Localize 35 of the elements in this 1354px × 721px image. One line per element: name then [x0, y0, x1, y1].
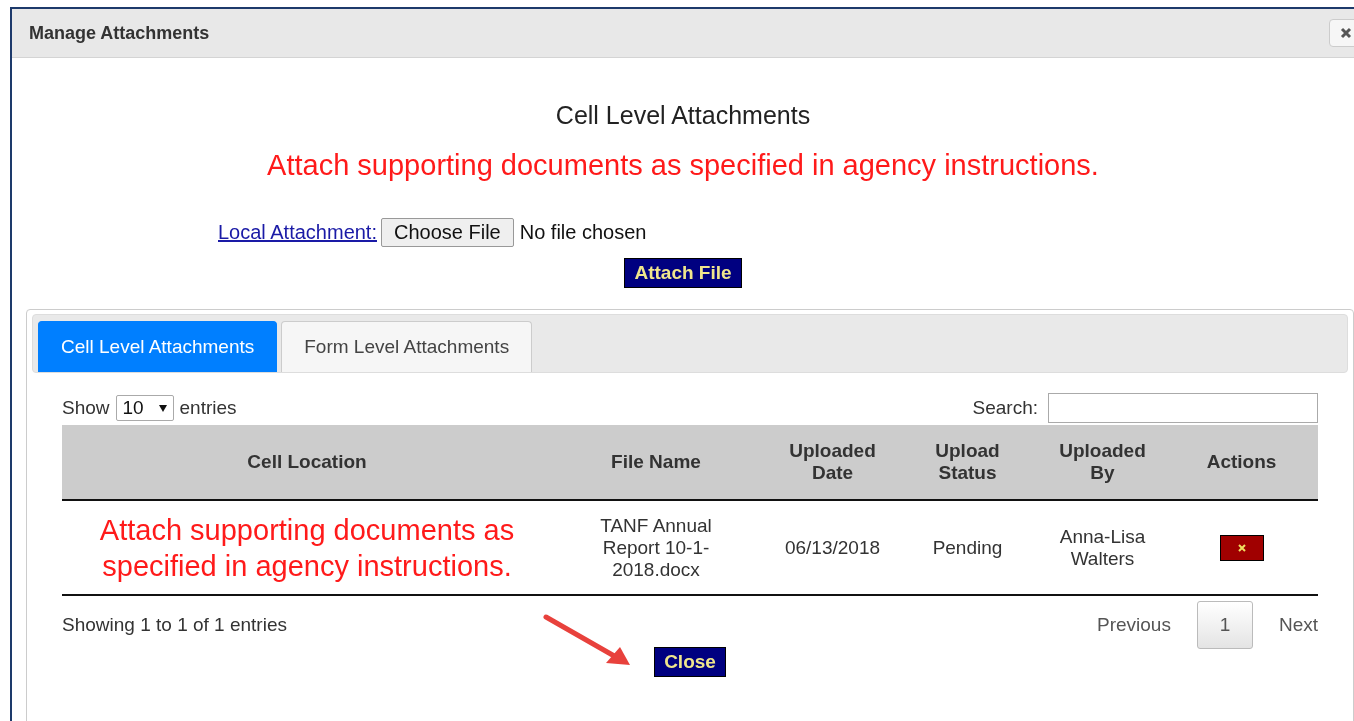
table-cell-text: 06/13/2018 [783, 535, 882, 560]
show-label: Show [62, 397, 110, 419]
column-header[interactable]: Uploaded By [1030, 425, 1175, 499]
close-icon [1237, 543, 1246, 552]
tab[interactable]: Cell Level Attachments [38, 321, 278, 372]
page-size-select[interactable]: 10 [115, 395, 174, 421]
column-header[interactable]: Upload Status [905, 425, 1030, 499]
column-header[interactable]: File Name [552, 425, 760, 499]
tab[interactable]: Form Level Attachments [281, 321, 533, 372]
choose-file-button[interactable]: Choose File [381, 218, 514, 247]
table-cell-text: Attach supporting documents as specified in agency instructions. [98, 512, 516, 584]
column-header[interactable]: Cell Location [62, 425, 552, 499]
page-button[interactable]: 1 [1196, 601, 1253, 649]
entries-label: entries [179, 397, 237, 419]
dropdown-caret-icon [158, 404, 167, 412]
local-attachment-link[interactable]: Local Attachment: [218, 221, 377, 244]
instruction-text: Attach supporting documents as specified in agency instructions. [266, 149, 1100, 182]
close-icon [1340, 27, 1352, 39]
column-header[interactable]: Uploaded Date [760, 425, 905, 499]
section-heading: Cell Level Attachments [554, 101, 812, 130]
entries-info: Showing 1 to 1 of 1 entries [62, 614, 287, 636]
table-cell-text: Pending [931, 535, 1004, 560]
next-link[interactable]: Next [1278, 614, 1318, 636]
dialog-title: Manage Attachments [29, 22, 210, 44]
close-button[interactable]: Close [654, 647, 726, 677]
search-label: Search: [972, 397, 1038, 419]
attach-file-button[interactable]: Attach File [624, 258, 742, 288]
table-cell-text: Anna-Lisa Walters [1058, 524, 1147, 571]
previous-link[interactable]: Previous [1097, 614, 1171, 636]
search-field[interactable] [1048, 393, 1318, 423]
file-status-text: No file chosen [519, 221, 647, 244]
table-cell-text: TANF Annual Report 10-1-2018.docx [599, 513, 713, 582]
delete-button[interactable] [1219, 534, 1264, 561]
close-icon-button[interactable] [1329, 19, 1354, 47]
column-header[interactable]: Actions [1175, 425, 1308, 499]
